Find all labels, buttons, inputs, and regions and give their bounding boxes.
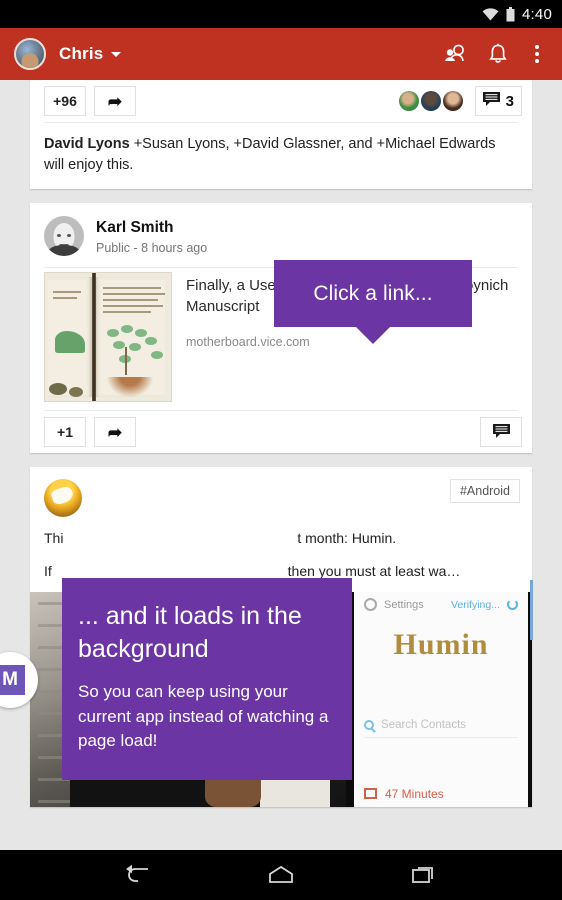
share-button[interactable]: ➦ <box>94 417 136 448</box>
phone-settings-label: Settings <box>384 598 424 611</box>
post-author[interactable]: Karl Smith <box>96 218 207 238</box>
callout-loads-in-background: ... and it loads in the background So yo… <box>62 578 352 780</box>
account-name[interactable]: Chris <box>59 44 103 64</box>
post-text-line-2-suffix: then you must at least wa… <box>287 562 461 579</box>
home-icon[interactable] <box>261 855 301 895</box>
post-author[interactable]: David Lyons <box>44 136 130 152</box>
voynich-manuscript-thumbnail[interactable] <box>44 272 172 403</box>
back-icon[interactable] <box>117 855 157 895</box>
share-button[interactable]: ➦ <box>94 86 136 116</box>
post-action-row: +1 ➦ <box>30 411 532 453</box>
scrollbar-thumb[interactable] <box>530 580 533 640</box>
phone-verifying-label: Verifying... <box>450 598 500 611</box>
post-card-karl-smith[interactable]: Karl Smith Public - 8 hours ago Finally,… <box>30 203 532 454</box>
avatar[interactable] <box>14 38 46 70</box>
share-icon: ➦ <box>107 422 123 442</box>
thumbnail-plant-stem <box>125 347 127 376</box>
post-text-line-1-prefix: Thi <box>44 530 64 547</box>
callout-tail <box>356 327 390 344</box>
calendar-icon <box>364 788 377 800</box>
system-navigation-bar <box>0 850 562 900</box>
commenter-avatar <box>420 91 441 111</box>
commenter-avatars <box>398 91 463 111</box>
action-bar: Chris <box>0 28 562 80</box>
battery-icon <box>506 6 515 22</box>
comment-button[interactable] <box>480 417 522 448</box>
post-header-text: Karl Smith Public - 8 hours ago <box>96 218 207 255</box>
callout-title: ... and it loads in the background <box>78 602 302 663</box>
plus-one-button[interactable]: +1 <box>44 417 86 448</box>
thumbnail-script-line <box>53 297 77 300</box>
avatar-body-shape <box>48 245 80 257</box>
recents-icon[interactable] <box>405 855 445 895</box>
thumbnail-script-line <box>103 299 158 302</box>
thumbnail-script-line <box>103 305 163 308</box>
clock: 4:40 <box>522 5 552 23</box>
hashtag-chip[interactable]: #Android <box>449 479 520 504</box>
plus-one-button[interactable]: +96 <box>44 86 86 116</box>
phone-app-name: Humin <box>393 627 489 661</box>
thumbnail-plant-root <box>107 377 153 398</box>
chevron-down-icon[interactable] <box>111 51 122 57</box>
callout-text: Click a link... <box>313 281 433 305</box>
avatar[interactable] <box>44 216 84 257</box>
commenter-avatar <box>442 91 463 111</box>
post-text-line-1-suffix: t month: Humin. <box>297 530 397 547</box>
spinner-icon <box>507 599 518 611</box>
commenter-avatar <box>398 91 419 111</box>
people-icon[interactable] <box>440 39 470 69</box>
comment-icon <box>482 91 500 111</box>
phone-footer-row: 47 Minutes <box>364 787 518 801</box>
post-card-david-lyons[interactable]: +96 ➦ 3 David Lyons +Susan Lyons, +David… <box>30 80 532 190</box>
callout-click-a-link: Click a link... <box>274 260 472 344</box>
post-meta: Public - 8 hours ago <box>96 240 208 255</box>
thumbnail-script-line <box>103 293 165 296</box>
search-icon <box>364 720 374 731</box>
share-icon: ➦ <box>107 91 123 111</box>
comment-button[interactable]: 3 <box>474 86 522 116</box>
gear-icon <box>364 598 377 612</box>
notifications-bell-icon[interactable] <box>483 39 513 69</box>
post-header: #Android <box>30 467 532 523</box>
phone-search-placeholder: Search Contacts <box>381 719 467 732</box>
callout-subtitle: So you can keep using your current app i… <box>78 682 329 751</box>
post-text-line-1: Thi t month: Humin. <box>44 527 518 549</box>
phone-footer-label: 47 Minutes <box>385 786 444 801</box>
avatar[interactable] <box>44 479 82 518</box>
phone-search-field: Search Contacts <box>364 714 518 738</box>
status-bar: 4:40 <box>0 0 562 28</box>
feed-scroll-area[interactable]: +96 ➦ 3 David Lyons +Susan Lyons, +David… <box>0 80 562 900</box>
m-logo-icon: M <box>0 665 25 695</box>
video-phone-screen: Settings Verifying... Humin Search Conta… <box>354 591 528 807</box>
video-phone-mockup: Settings Verifying... Humin Search Conta… <box>346 591 532 807</box>
wifi-icon <box>482 7 499 21</box>
thumbnail-book-spine <box>92 273 96 402</box>
post-header: Karl Smith Public - 8 hours ago <box>30 203 532 267</box>
post-action-row: +96 ➦ 3 <box>30 80 532 122</box>
comment-count: 3 <box>505 92 514 110</box>
post-text-line-2-prefix: If <box>44 562 52 579</box>
comment-icon <box>492 423 510 441</box>
phone-status-row: Settings Verifying... <box>354 592 528 618</box>
thumbnail-script-line <box>103 311 151 314</box>
post-text: David Lyons +Susan Lyons, +David Glassne… <box>30 123 532 189</box>
overflow-menu-icon[interactable] <box>526 39 548 69</box>
link-host: motherboard.vice.com <box>186 334 310 349</box>
thumbnail-script-line <box>103 287 161 290</box>
thumbnail-script-line <box>53 291 81 294</box>
